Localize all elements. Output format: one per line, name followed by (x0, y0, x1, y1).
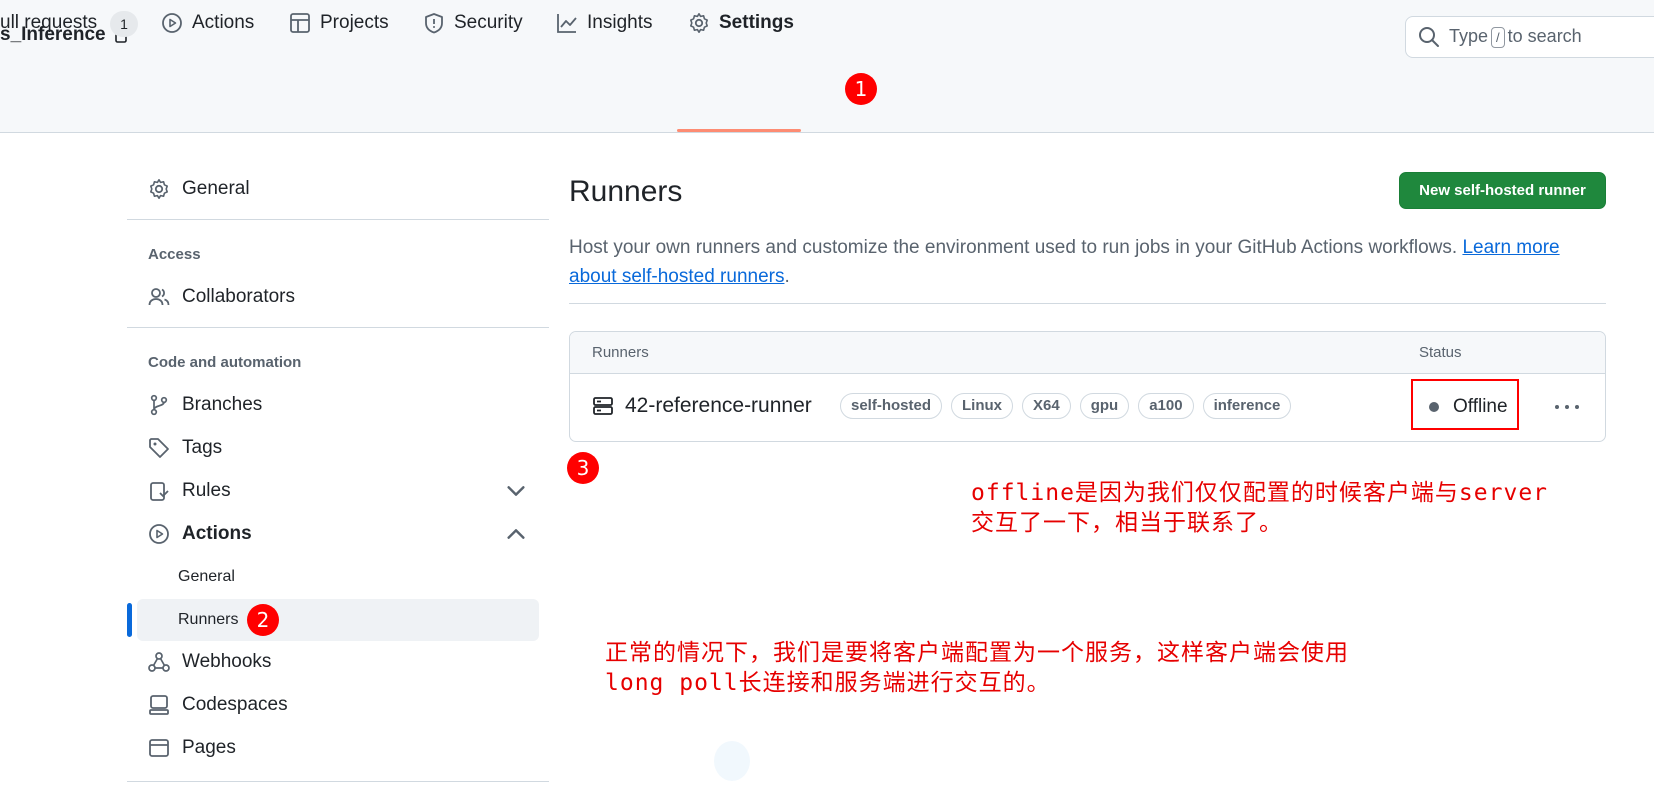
kebab-dot (1565, 405, 1569, 409)
sidebar-subitem-actions-general[interactable]: General (137, 556, 539, 598)
people-icon (148, 288, 170, 306)
sidebar-item-tags[interactable]: Tags (127, 428, 549, 468)
sidebar-item-codespaces[interactable]: Codespaces (127, 685, 549, 725)
tab-actions[interactable]: Actions (161, 0, 254, 54)
runner-label: self-hosted (840, 393, 943, 419)
runner-label: a100 (1138, 393, 1194, 419)
sidebar-item-pages[interactable]: Pages (127, 728, 549, 768)
annotation-highlight-box (1411, 379, 1519, 430)
branch-icon (150, 394, 168, 416)
runner-label: inference (1202, 393, 1292, 419)
tab-security-label: Security (454, 12, 523, 33)
column-header-runners: Runners (592, 344, 649, 361)
page-description: Host your own runners and customize the … (569, 237, 1560, 287)
tab-pull-requests-label: ull requests (0, 12, 98, 33)
repo-header: s_Inference Type / to search ull requests … (0, 0, 1654, 133)
annotation-note-service: 正常的情况下，我们是要将客户端配置为一个服务，这样客户端会使用 long pol… (605, 638, 1349, 698)
sidebar-item-webhooks[interactable]: Webhooks (127, 642, 549, 682)
sidebar-heading-access: Access (148, 246, 201, 263)
sidebar-item-label: Actions (182, 523, 252, 544)
sidebar-item-label: Codespaces (182, 694, 288, 715)
graph-icon (557, 14, 577, 33)
sidebar-item-label: Collaborators (182, 286, 295, 307)
runner-label: gpu (1079, 393, 1130, 419)
tab-projects-label: Projects (320, 12, 389, 33)
new-self-hosted-runner-button[interactable]: New self-hosted runner (1399, 172, 1606, 209)
runner-labels: self-hosted Linux X64 gpu a100 inference (840, 393, 1292, 419)
play-icon (162, 13, 182, 33)
runner-label: X64 (1022, 393, 1071, 419)
page-title: Runners (569, 175, 683, 208)
sidebar-divider (127, 781, 549, 782)
annotation-marker-2: 2 (247, 604, 279, 636)
selected-tab-underline (677, 129, 801, 132)
search-shortcut-key: / (1491, 27, 1505, 48)
sidebar-item-label: Pages (182, 737, 236, 758)
sidebar-item-rules[interactable]: Rules (127, 471, 549, 511)
kebab-dot (1575, 405, 1579, 409)
sidebar-item-label: Rules (182, 480, 231, 501)
search-hint-suffix: to search (1507, 26, 1582, 46)
tab-settings[interactable]: Settings (688, 0, 794, 54)
runners-table-header: Runners Status (570, 332, 1605, 374)
gear-icon (150, 179, 168, 199)
tab-projects[interactable]: Projects (289, 0, 389, 54)
kebab-menu-button[interactable] (1555, 396, 1579, 418)
annotation-marker-1: 1 (845, 73, 877, 105)
table-icon (290, 13, 310, 33)
rules-icon (150, 482, 169, 501)
sidebar-item-label: General (182, 178, 250, 199)
sidebar-item-label: Webhooks (182, 651, 272, 672)
kebab-dot (1555, 405, 1559, 409)
sidebar-item-branches[interactable]: Branches (127, 385, 549, 425)
search-icon (1419, 27, 1439, 47)
sidebar-item-general[interactable]: General (127, 169, 549, 209)
shield-icon (425, 13, 443, 34)
annotation-line: 正常的情况下，我们是要将客户端配置为一个服务，这样客户端会使用 (605, 640, 1349, 666)
codespaces-icon (149, 695, 169, 715)
tab-pull-requests[interactable]: ull requests 1 (0, 0, 138, 54)
webhook-icon (148, 652, 170, 672)
tab-actions-label: Actions (192, 12, 255, 33)
annotation-line: long poll长连接和服务端进行交互的。 (605, 670, 1051, 696)
faded-watermark (714, 741, 750, 781)
description-text: Host your own runners and customize the … (569, 237, 1458, 258)
sidebar-item-label: Tags (182, 437, 223, 458)
runner-label: Linux (951, 393, 1014, 419)
play-icon (149, 524, 169, 544)
tag-icon (149, 438, 169, 458)
sidebar-item-label: Branches (182, 394, 263, 415)
pull-requests-counter: 1 (110, 11, 138, 37)
sidebar-divider (127, 219, 549, 220)
tab-settings-label: Settings (719, 12, 794, 33)
annotation-line: offline是因为我们仅仅配置的时候客户端与server (971, 480, 1549, 506)
tab-insights[interactable]: Insights (556, 0, 652, 54)
sidebar-subitem-actions-runners[interactable]: Runners (137, 599, 539, 641)
sidebar-item-collaborators[interactable]: Collaborators (127, 277, 549, 317)
tab-insights-label: Insights (587, 12, 653, 33)
tab-security[interactable]: Security (423, 0, 523, 54)
chevron-down-icon[interactable] (505, 480, 527, 502)
column-header-status: Status (1419, 344, 1462, 361)
annotation-marker-3: 3 (567, 452, 599, 484)
sidebar-divider (127, 327, 549, 328)
annotation-line: 交互了一下，相当于联系了。 (971, 510, 1283, 536)
section-divider (569, 303, 1606, 304)
sidebar-heading-code-automation: Code and automation (148, 354, 302, 371)
search-box[interactable]: Type / to search (1405, 16, 1654, 58)
sidebar-item-actions[interactable]: Actions (127, 514, 549, 554)
browser-icon (149, 739, 169, 757)
gear-icon (690, 13, 708, 33)
search-hint-prefix: Type (1449, 26, 1489, 46)
chevron-up-icon[interactable] (505, 523, 527, 545)
search-hint: Type / to search (1449, 26, 1582, 48)
active-item-indicator (127, 603, 132, 637)
runner-name-link[interactable]: 42-reference-runner (625, 394, 812, 418)
server-icon (593, 397, 613, 415)
annotation-note-offline: offline是因为我们仅仅配置的时候客户端与server 交互了一下，相当于联… (971, 478, 1548, 538)
